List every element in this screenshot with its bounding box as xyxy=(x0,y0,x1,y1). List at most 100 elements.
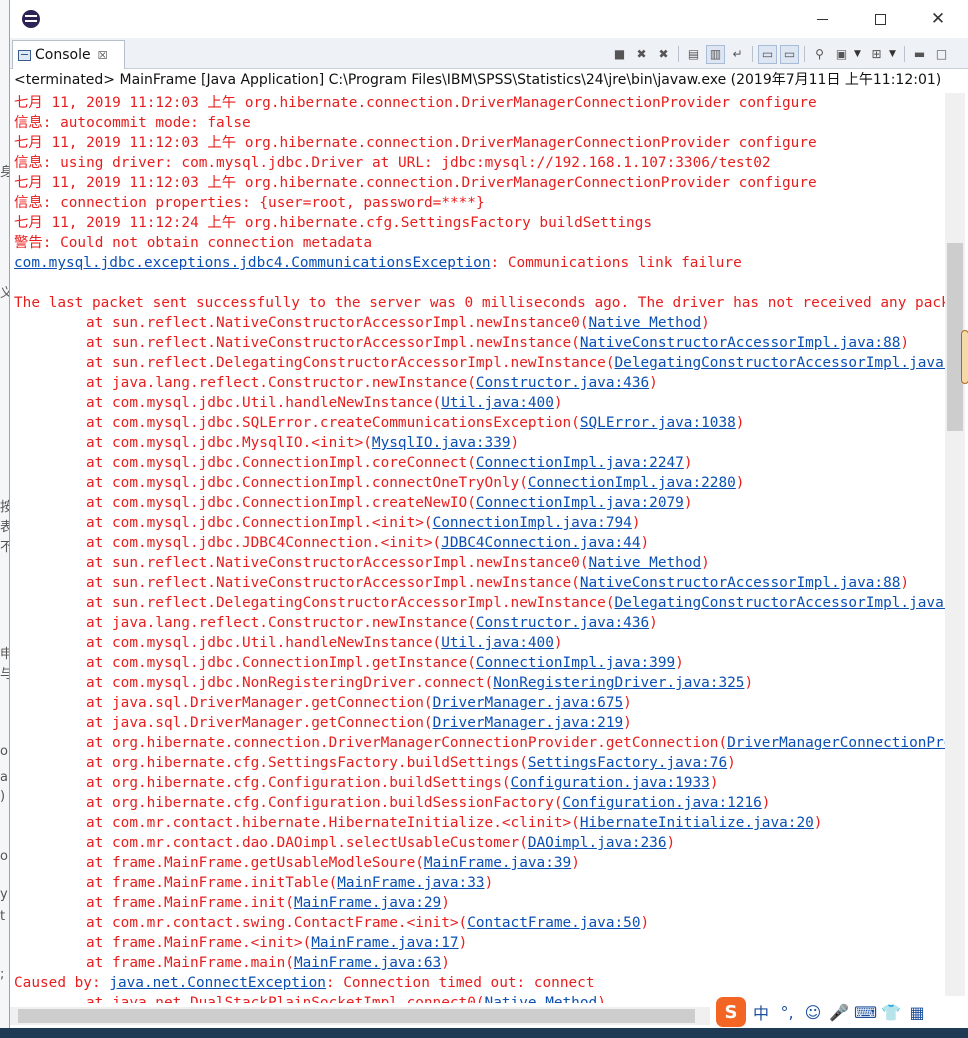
stack-trace-line: at org.hibernate.connection.DriverManage… xyxy=(14,733,945,753)
source-link[interactable]: ConnectionImpl.java:399 xyxy=(476,655,675,671)
stack-trace-line: at org.hibernate.cfg.SettingsFactory.bui… xyxy=(14,753,945,773)
console-text: ) xyxy=(683,455,693,471)
display-console-icon[interactable]: ▣ xyxy=(832,45,851,64)
console-text: ) xyxy=(813,815,823,831)
maximize-view-icon[interactable]: □ xyxy=(932,45,951,64)
source-link[interactable]: ConnectionImpl.java:2079 xyxy=(476,495,684,511)
minimize-button[interactable] xyxy=(793,0,851,38)
ime-keyboard-icon[interactable]: ⌨ xyxy=(854,1003,877,1022)
source-link[interactable]: NativeConstructorAccessorImpl.java:88 xyxy=(580,575,901,591)
vertical-scrollbar[interactable] xyxy=(945,93,965,1007)
source-link[interactable]: Native Method xyxy=(589,555,702,571)
maximize-button[interactable] xyxy=(851,0,909,38)
tab-console[interactable]: Console ☒ xyxy=(12,40,125,69)
console-text: ) xyxy=(623,695,632,711)
minimize-view-icon[interactable]: ▬ xyxy=(910,45,929,64)
stack-trace-line: at frame.MainFrame.init(MainFrame.java:2… xyxy=(14,893,945,913)
open-console-icon[interactable]: ⊞ xyxy=(867,45,886,64)
tab-close-icon[interactable]: ☒ xyxy=(98,49,108,62)
background-glyph: o xyxy=(0,849,8,864)
source-link[interactable]: DriverManagerConnectionProvider.java:110 xyxy=(727,735,945,751)
source-link[interactable]: MainFrame.java:63 xyxy=(294,955,441,971)
source-link[interactable]: MainFrame.java:29 xyxy=(294,895,441,911)
show-stderr-icon[interactable]: ▭ xyxy=(780,44,799,64)
source-link[interactable]: SQLError.java:1038 xyxy=(580,415,736,431)
source-link[interactable]: com.mysql.jdbc.exceptions.jdbc4.Communic… xyxy=(14,255,491,271)
word-wrap-icon[interactable]: ↵ xyxy=(728,45,747,64)
console-line: 七月 11, 2019 11:12:03 上午 org.hibernate.co… xyxy=(14,95,817,111)
console-text: at frame.MainFrame.init( xyxy=(86,895,294,911)
horizontal-scrollbar-thumb[interactable] xyxy=(18,1009,695,1023)
console-text: ) xyxy=(640,535,650,551)
scroll-lock-icon[interactable]: ▥ xyxy=(706,44,725,64)
ime-emoji-icon[interactable]: ☺ xyxy=(802,1003,824,1022)
source-link[interactable]: ContactFrame.java:50 xyxy=(467,915,640,931)
source-link[interactable]: Native Method xyxy=(485,995,598,1003)
close-button[interactable]: ✕ xyxy=(909,0,967,38)
source-link[interactable]: java.net.ConnectException xyxy=(109,975,326,991)
stack-trace-line: at com.mysql.jdbc.Util.handleNewInstance… xyxy=(14,633,945,653)
ime-skin-icon[interactable]: 👕 xyxy=(880,1003,902,1022)
source-link[interactable]: DAOimpl.java:236 xyxy=(528,835,667,851)
source-link[interactable]: MainFrame.java:17 xyxy=(311,935,458,951)
background-glyph: o xyxy=(0,744,8,759)
remove-all-icon[interactable]: ✖ xyxy=(654,45,673,64)
dropdown-arrow-icon[interactable]: ▼ xyxy=(889,49,899,59)
source-link[interactable]: DriverManager.java:219 xyxy=(433,715,624,731)
source-link[interactable]: MainFrame.java:33 xyxy=(337,875,484,891)
stack-trace-line: at com.mysql.jdbc.JDBC4Connection.<init>… xyxy=(14,533,945,553)
source-link[interactable]: ConnectionImpl.java:794 xyxy=(433,515,632,531)
source-link[interactable]: JDBC4Connection.java:44 xyxy=(441,535,640,551)
clear-console-icon[interactable]: ▤ xyxy=(684,45,703,64)
dropdown-arrow-icon[interactable]: ▼ xyxy=(854,49,864,59)
source-link[interactable]: Util.java:400 xyxy=(441,635,554,651)
ime-punctuation-icon[interactable]: °, xyxy=(776,1003,798,1022)
show-stdout-icon[interactable]: ▭ xyxy=(758,44,777,64)
stack-trace-line: at sun.reflect.DelegatingConstructorAcce… xyxy=(14,353,945,373)
ime-toolbox-icon[interactable]: ▦ xyxy=(906,1003,928,1022)
source-link[interactable]: DriverManager.java:675 xyxy=(433,695,624,711)
source-link[interactable]: DelegatingConstructorAccessorImpl.java:4… xyxy=(615,595,946,611)
source-link[interactable]: Constructor.java:436 xyxy=(476,375,649,391)
source-link[interactable]: Constructor.java:436 xyxy=(476,615,649,631)
console-text: ) xyxy=(441,895,450,911)
console-text: at com.mysql.jdbc.JDBC4Connection.<init>… xyxy=(86,535,442,551)
source-link[interactable]: Native Method xyxy=(589,315,702,331)
source-link[interactable]: Configuration.java:1933 xyxy=(511,775,710,791)
source-link[interactable]: MysqlIO.java:339 xyxy=(372,435,511,451)
source-link[interactable]: MainFrame.java:39 xyxy=(424,855,571,871)
stack-trace-line: at com.mysql.jdbc.ConnectionImpl.connect… xyxy=(14,473,945,493)
stack-trace-line: at frame.MainFrame.initTable(MainFrame.j… xyxy=(14,873,945,893)
console-output[interactable]: 七月 11, 2019 11:12:03 上午 org.hibernate.co… xyxy=(14,93,945,1003)
stack-trace-line: at com.mysql.jdbc.NonRegisteringDriver.c… xyxy=(14,673,945,693)
sogou-logo-icon[interactable]: S xyxy=(716,997,746,1027)
source-link[interactable]: ConnectionImpl.java:2280 xyxy=(528,475,736,491)
console-line: 信息: connection properties: {user=root, p… xyxy=(14,195,485,211)
source-link[interactable]: ConnectionImpl.java:2247 xyxy=(476,455,684,471)
horizontal-scrollbar[interactable] xyxy=(10,1007,710,1025)
stack-trace-line: at sun.reflect.NativeConstructorAccessor… xyxy=(14,333,945,353)
console-text: ) xyxy=(709,775,719,791)
source-link[interactable]: NonRegisteringDriver.java:325 xyxy=(493,675,744,691)
background-glyph: ; xyxy=(0,967,5,982)
terminate-icon[interactable]: ■ xyxy=(610,45,629,64)
source-link[interactable]: NativeConstructorAccessorImpl.java:88 xyxy=(580,335,901,351)
source-link[interactable]: HibernateInitialize.java:20 xyxy=(580,815,814,831)
ime-voice-icon[interactable]: 🎤 xyxy=(828,1003,850,1022)
ime-chinese-mode-icon[interactable]: 中 xyxy=(750,1000,772,1024)
console-text: at org.hibernate.cfg.SettingsFactory.bui… xyxy=(86,755,528,771)
console-line: 信息: using driver: com.mysql.jdbc.Driver … xyxy=(14,155,771,171)
console-text: ) xyxy=(441,955,450,971)
source-link[interactable]: Configuration.java:1216 xyxy=(563,795,762,811)
source-link[interactable]: Util.java:400 xyxy=(441,395,554,411)
console-line: 七月 11, 2019 11:12:03 上午 org.hibernate.co… xyxy=(14,175,817,191)
console-text: at java.net.DualStackPlainSocketImpl.con… xyxy=(86,995,485,1003)
source-link[interactable]: SettingsFactory.java:76 xyxy=(528,755,727,771)
pin-console-icon[interactable]: ⚲ xyxy=(810,45,829,64)
source-link[interactable]: DelegatingConstructorAccessorImpl.java:4… xyxy=(615,355,946,371)
console-text: at frame.MainFrame.main( xyxy=(86,955,294,971)
console-text: at com.mr.contact.swing.ContactFrame.<in… xyxy=(86,915,468,931)
console-text: at sun.reflect.NativeConstructorAccessor… xyxy=(86,555,589,571)
remove-launch-icon[interactable]: ✖ xyxy=(632,45,651,64)
